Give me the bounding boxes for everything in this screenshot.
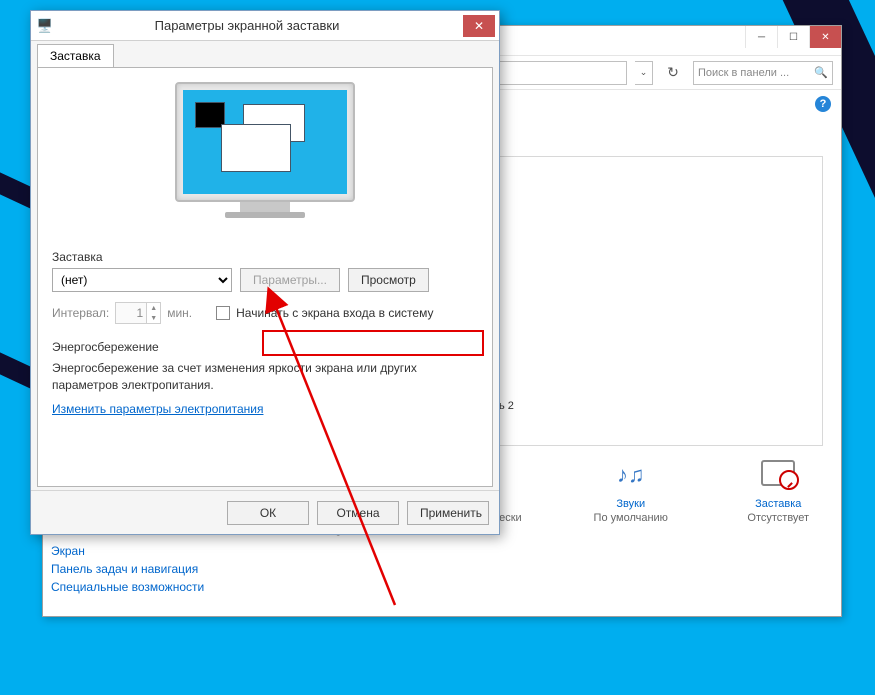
dialog-footer: ОК Отмена Применить xyxy=(31,490,499,534)
help-icon[interactable]: ? xyxy=(815,96,831,112)
dialog-titlebar: 🖥️ Параметры экранной заставки ✕ xyxy=(31,11,499,41)
monitor-preview xyxy=(175,82,355,232)
sound-icon: ♪♫ xyxy=(616,460,646,490)
screensaver-select[interactable]: (нет) xyxy=(52,268,232,292)
power-section-desc: Энергосбережение за счет изменения яркос… xyxy=(52,360,478,394)
power-settings-link[interactable]: Изменить параметры электропитания xyxy=(52,402,263,416)
preview-button[interactable]: Просмотр xyxy=(348,268,429,292)
close-button[interactable]: ✕ xyxy=(809,26,841,48)
address-dropdown[interactable]: ⌄ xyxy=(635,61,653,85)
search-placeholder: Поиск в панели ... xyxy=(698,67,789,79)
spin-up-icon[interactable]: ▲ xyxy=(147,303,160,313)
ok-button[interactable]: ОК xyxy=(227,501,309,525)
interval-input[interactable] xyxy=(116,303,146,323)
themes-group-label: ь 2 xyxy=(499,400,514,412)
minimize-button[interactable]: ─ xyxy=(745,26,777,48)
tab-body: Заставка (нет) Параметры... Просмотр Инт… xyxy=(37,67,493,487)
taskbar-link[interactable]: Панель задач и навигация xyxy=(51,562,204,576)
screen-link[interactable]: Экран xyxy=(51,544,204,558)
screensaver-link[interactable]: Заставка Отсутствует xyxy=(734,460,824,536)
screensaver-icon xyxy=(761,460,795,486)
cancel-button[interactable]: Отмена xyxy=(317,501,399,525)
tab-screensaver[interactable]: Заставка xyxy=(37,44,114,68)
maximize-button[interactable]: ☐ xyxy=(777,26,809,48)
ease-of-access-link[interactable]: Специальные возможности xyxy=(51,580,204,594)
side-links: Экран Панель задач и навигация Специальн… xyxy=(51,540,204,598)
interval-label: Интервал: xyxy=(52,306,109,320)
dialog-close-button[interactable]: ✕ xyxy=(463,15,495,37)
interval-unit: мин. xyxy=(167,306,192,320)
power-section-title: Энергосбережение xyxy=(52,340,478,354)
logon-checkbox[interactable] xyxy=(216,306,230,320)
interval-spinner[interactable]: ▲▼ xyxy=(115,302,161,324)
dialog-title: Параметры экранной заставки xyxy=(59,18,463,33)
sounds-link[interactable]: ♪♫ Звуки По умолчанию xyxy=(586,460,676,536)
refresh-button[interactable]: ↻ xyxy=(661,61,685,85)
screensaver-section-label: Заставка xyxy=(52,250,478,264)
apply-button[interactable]: Применить xyxy=(407,501,489,525)
dialog-icon: 🖥️ xyxy=(31,18,59,34)
search-input[interactable]: Поиск в панели ... 🔍 xyxy=(693,61,833,85)
settings-button[interactable]: Параметры... xyxy=(240,268,340,292)
spin-down-icon[interactable]: ▼ xyxy=(147,313,160,323)
screensaver-dialog: 🖥️ Параметры экранной заставки ✕ Заставк… xyxy=(30,10,500,535)
logon-checkbox-label: Начинать с экрана входа в систему xyxy=(236,306,433,320)
tab-strip: Заставка xyxy=(31,41,499,67)
search-icon: 🔍 xyxy=(814,66,828,79)
